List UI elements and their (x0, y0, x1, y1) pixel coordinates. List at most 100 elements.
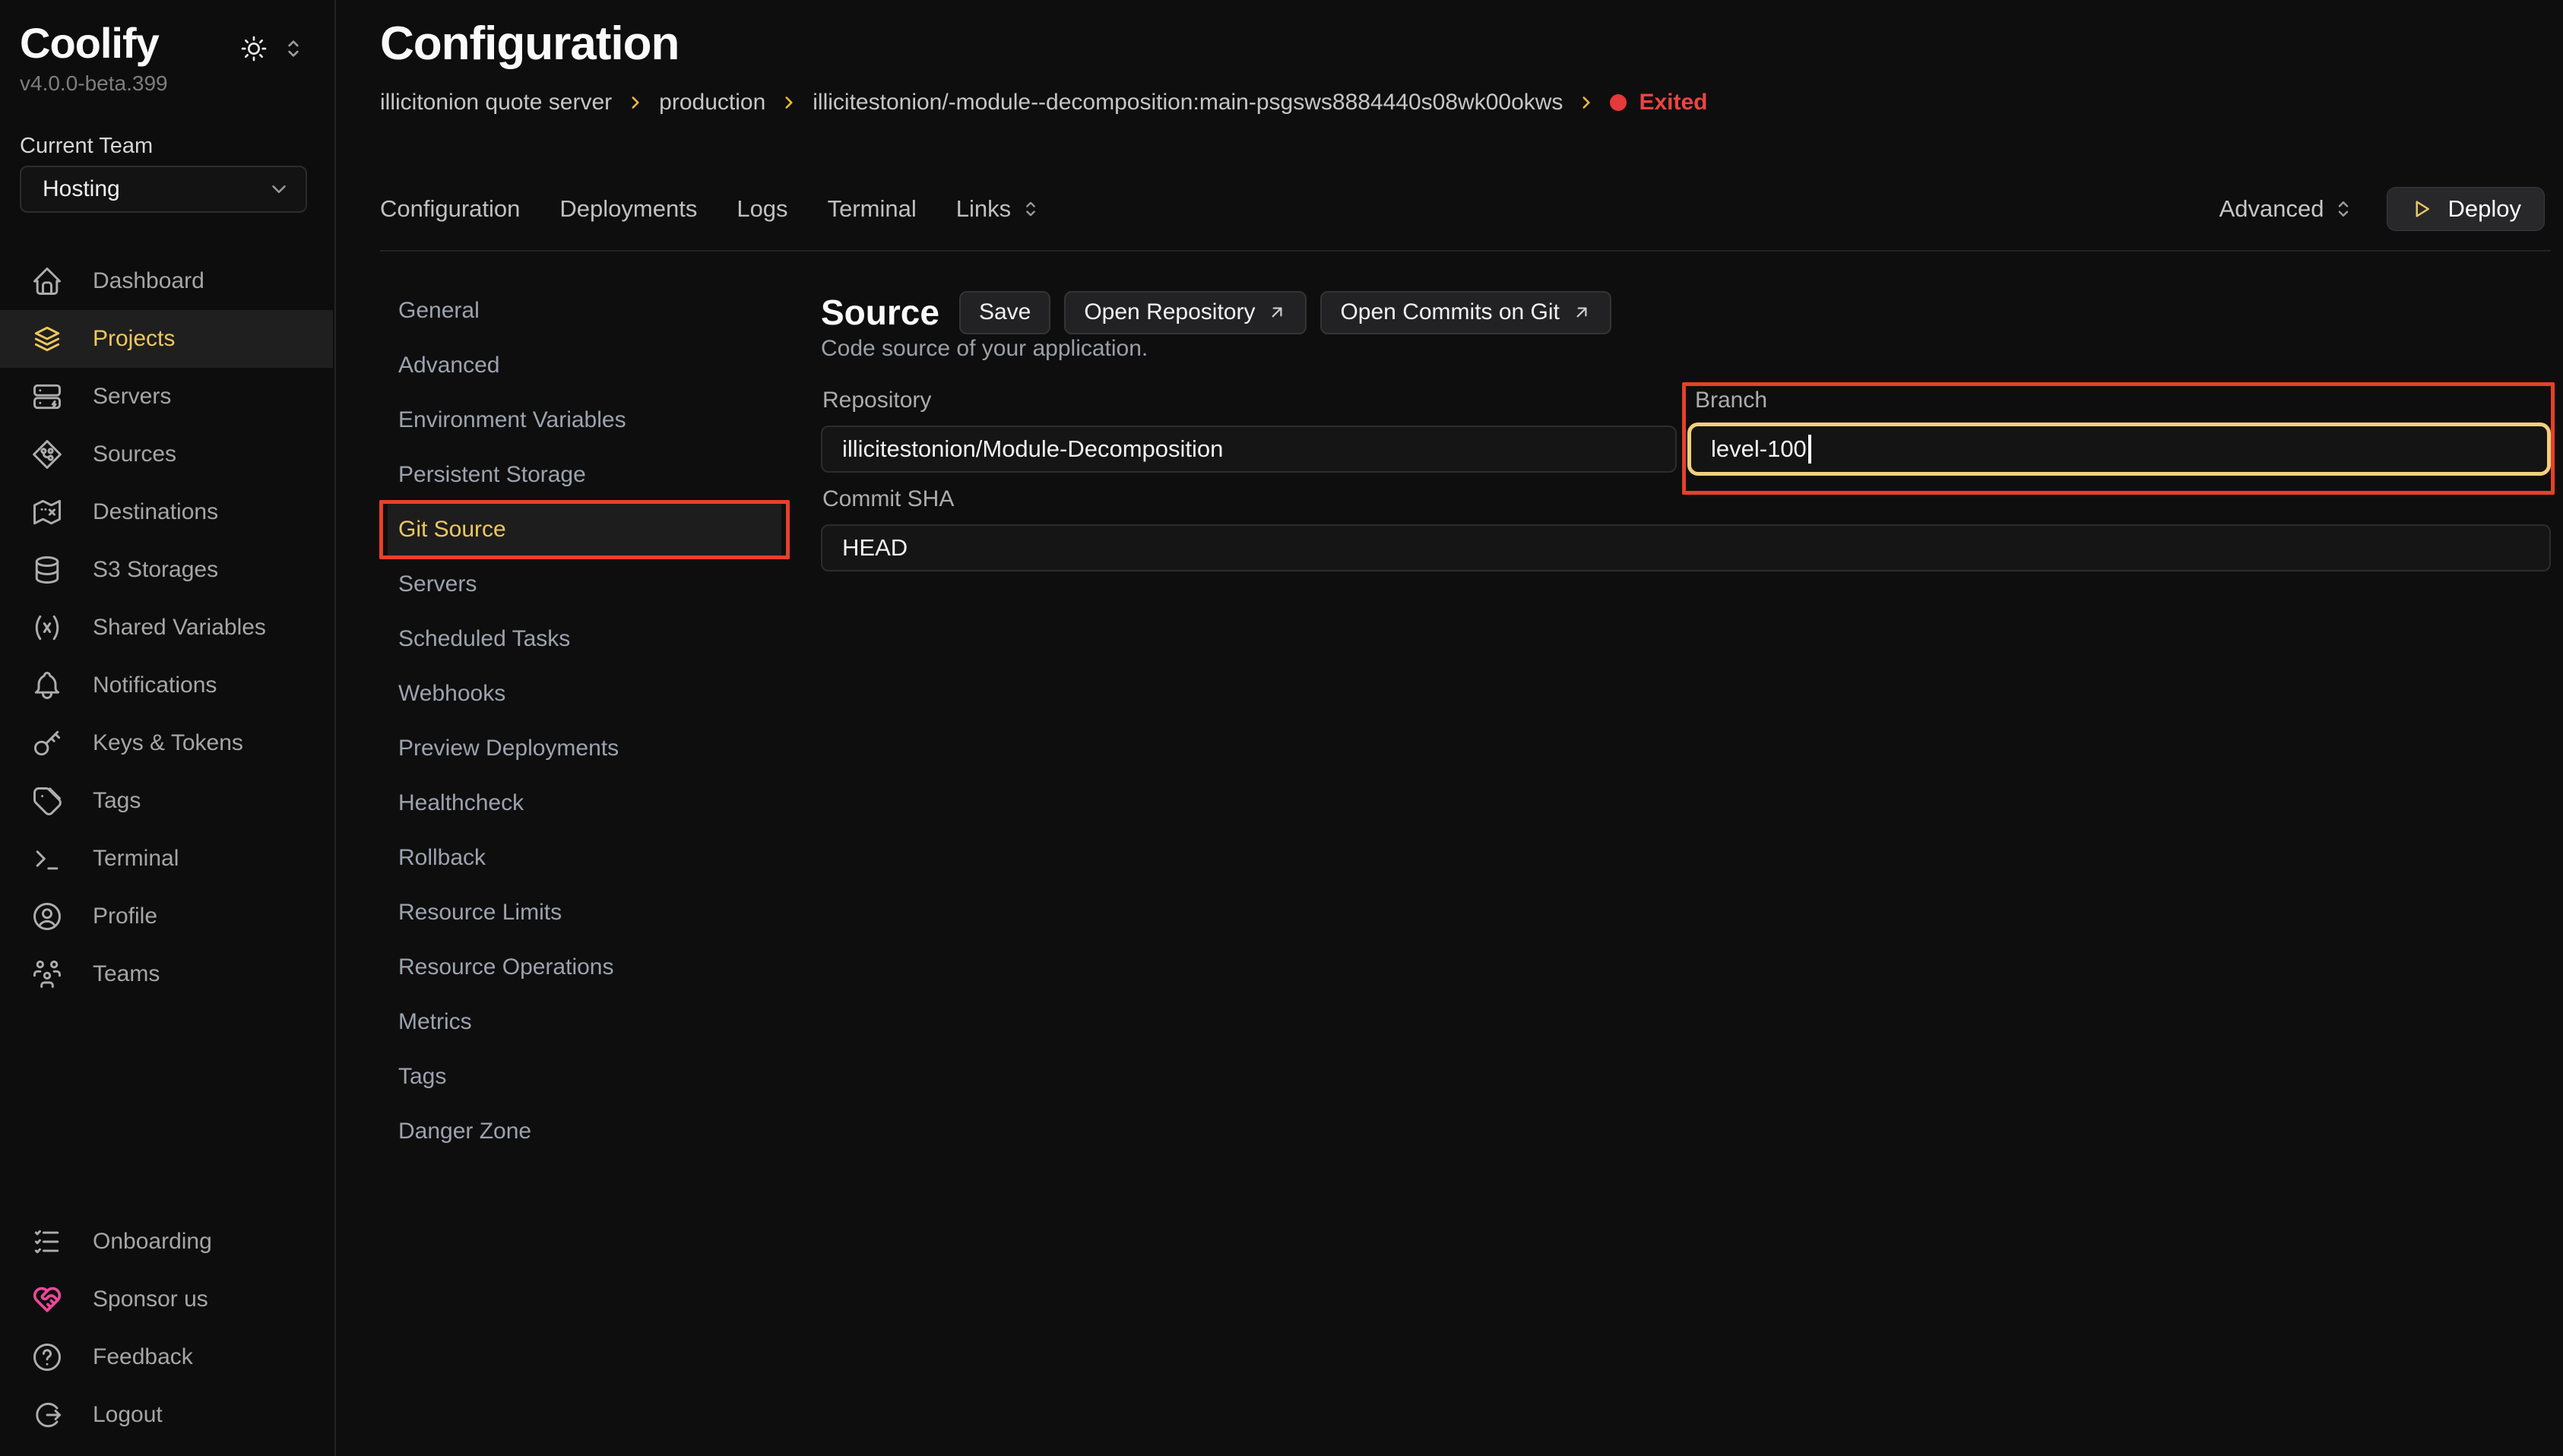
breadcrumb: Exited illicitonion quote server product… (380, 85, 1707, 120)
variables-icon (30, 611, 64, 644)
tab-links[interactable]: Links (956, 195, 1041, 223)
repository-input[interactable] (821, 426, 1677, 473)
tab-terminal[interactable]: Terminal (828, 195, 917, 223)
breadcrumb-item-illicitonion-quote-server[interactable]: illicitonion quote server (380, 90, 612, 116)
subnav-item-resource-limits[interactable]: Resource Limits (388, 885, 781, 940)
source-description: Code source of your application. (821, 336, 1148, 362)
subnav-item-git-source[interactable]: Git Source (388, 502, 781, 557)
sidebar-item-teams[interactable]: Teams (0, 945, 333, 1003)
source-section-title: Source (821, 292, 939, 333)
sidebar: Coolify v4.0.0-beta.399 Current Team Hos… (0, 0, 336, 1456)
subnav-item-preview-deployments[interactable]: Preview Deployments (388, 721, 781, 776)
external-link-icon (1572, 302, 1592, 322)
advanced-dropdown[interactable]: Advanced (2219, 195, 2355, 223)
git-icon (30, 438, 64, 471)
subnav-item-servers[interactable]: Servers (388, 557, 781, 612)
source-header-row: Source Save Open Repository Open Commits… (821, 290, 1611, 334)
subnav-item-webhooks[interactable]: Webhooks (388, 666, 781, 721)
tab-bar: Configuration Deployments Logs Terminal (380, 187, 1041, 231)
selector-icon (1020, 198, 1041, 220)
sidebar-item-s3-storages[interactable]: S3 Storages (0, 541, 333, 599)
sidebar-item-dashboard[interactable]: Dashboard (0, 252, 333, 310)
current-team-label: Current Team (20, 134, 153, 159)
subnav-item-resource-operations[interactable]: Resource Operations (388, 940, 781, 995)
subnav-item-scheduled-tasks[interactable]: Scheduled Tasks (388, 612, 781, 666)
configuration-subnav: General Advanced Environment Variables P… (388, 283, 781, 1159)
tab-logs[interactable]: Logs (737, 195, 787, 223)
sidebar-item-feedback[interactable]: Feedback (0, 1328, 333, 1386)
breadcrumb-item-production[interactable]: production (659, 90, 765, 116)
branch-input[interactable]: level-100 (1687, 423, 2551, 476)
server-icon (30, 380, 64, 413)
heart-handshake-icon (30, 1283, 64, 1316)
deploy-button[interactable]: Deploy (2387, 187, 2546, 231)
open-repository-button[interactable]: Open Repository (1064, 291, 1307, 334)
sidebar-item-tags[interactable]: Tags (0, 772, 333, 830)
sidebar-nav: Dashboard Projects Servers Sources (0, 252, 333, 1003)
subnav-item-healthcheck[interactable]: Healthcheck (388, 776, 781, 831)
commit-sha-label: Commit SHA (822, 486, 954, 512)
tab-deployments[interactable]: Deployments (559, 195, 697, 223)
user-circle-icon (30, 900, 64, 933)
tab-configuration[interactable]: Configuration (380, 195, 520, 223)
external-link-icon (1267, 302, 1287, 322)
subnav-item-environment-variables[interactable]: Environment Variables (388, 393, 781, 448)
subnav-item-general[interactable]: General (388, 283, 781, 338)
chevron-right-icon (626, 93, 645, 112)
logout-icon (30, 1398, 64, 1432)
subnav-item-advanced[interactable]: Advanced (388, 338, 781, 393)
theme-controls (239, 33, 306, 64)
sidebar-footer-nav: Onboarding Sponsor us Feedback Logout (0, 1213, 333, 1444)
subnav-item-rollback[interactable]: Rollback (388, 831, 781, 885)
tag-icon (30, 784, 64, 818)
theme-selector-icon[interactable] (281, 36, 306, 61)
sidebar-item-projects[interactable]: Projects (0, 310, 333, 368)
sidebar-item-onboarding[interactable]: Onboarding (0, 1213, 333, 1271)
sidebar-item-shared-variables[interactable]: Shared Variables (0, 599, 333, 657)
tabs-divider (380, 250, 2551, 252)
play-icon (2410, 198, 2433, 220)
sidebar-item-profile[interactable]: Profile (0, 888, 333, 945)
home-icon (30, 264, 64, 298)
subnav-item-persistent-storage[interactable]: Persistent Storage (388, 448, 781, 502)
terminal-icon (30, 842, 64, 875)
open-commits-button[interactable]: Open Commits on Git (1320, 291, 1611, 334)
users-icon (30, 957, 64, 991)
sidebar-item-terminal[interactable]: Terminal (0, 830, 333, 888)
save-button[interactable]: Save (959, 291, 1050, 334)
checklist-icon (30, 1225, 64, 1258)
subnav-item-danger-zone[interactable]: Danger Zone (388, 1104, 781, 1159)
top-actions: Advanced Deploy (2219, 187, 2545, 231)
sidebar-item-notifications[interactable]: Notifications (0, 657, 333, 714)
subnav-item-metrics[interactable]: Metrics (388, 995, 781, 1049)
selector-icon (2332, 198, 2355, 220)
theme-sun-icon[interactable] (239, 33, 269, 64)
sidebar-item-servers[interactable]: Servers (0, 368, 333, 426)
database-icon (30, 553, 64, 587)
team-select[interactable]: Hosting (20, 166, 307, 213)
bell-icon (30, 669, 64, 702)
advanced-label: Advanced (2219, 195, 2324, 223)
deploy-label: Deploy (2448, 195, 2522, 223)
map-icon (30, 495, 64, 529)
page-title: Configuration (380, 17, 679, 71)
status-label: Exited (1639, 90, 1707, 116)
app-logo[interactable]: Coolify (20, 18, 159, 68)
text-caret (1808, 435, 1811, 464)
breadcrumb-item-illicitestonion-module-decomposition-main-psgsws8884440s08wk00okws[interactable]: illicitestonion/-module--decomposition:m… (813, 90, 1563, 116)
branch-label: Branch (1695, 388, 1767, 413)
chevron-right-icon (779, 93, 799, 112)
sidebar-item-keys-tokens[interactable]: Keys & Tokens (0, 714, 333, 772)
branch-value: level-100 (1711, 435, 1807, 463)
team-select-value: Hosting (43, 176, 120, 202)
stack-icon (30, 322, 64, 356)
commit-sha-input[interactable] (821, 524, 2551, 571)
chevron-right-icon (1576, 93, 1596, 112)
repository-label: Repository (822, 388, 931, 413)
sidebar-item-sources[interactable]: Sources (0, 426, 333, 483)
sidebar-item-sponsor-us[interactable]: Sponsor us (0, 1271, 333, 1328)
subnav-item-tags[interactable]: Tags (388, 1049, 781, 1104)
sidebar-item-destinations[interactable]: Destinations (0, 483, 333, 541)
status-dot-icon (1610, 94, 1627, 111)
sidebar-item-logout[interactable]: Logout (0, 1386, 333, 1444)
